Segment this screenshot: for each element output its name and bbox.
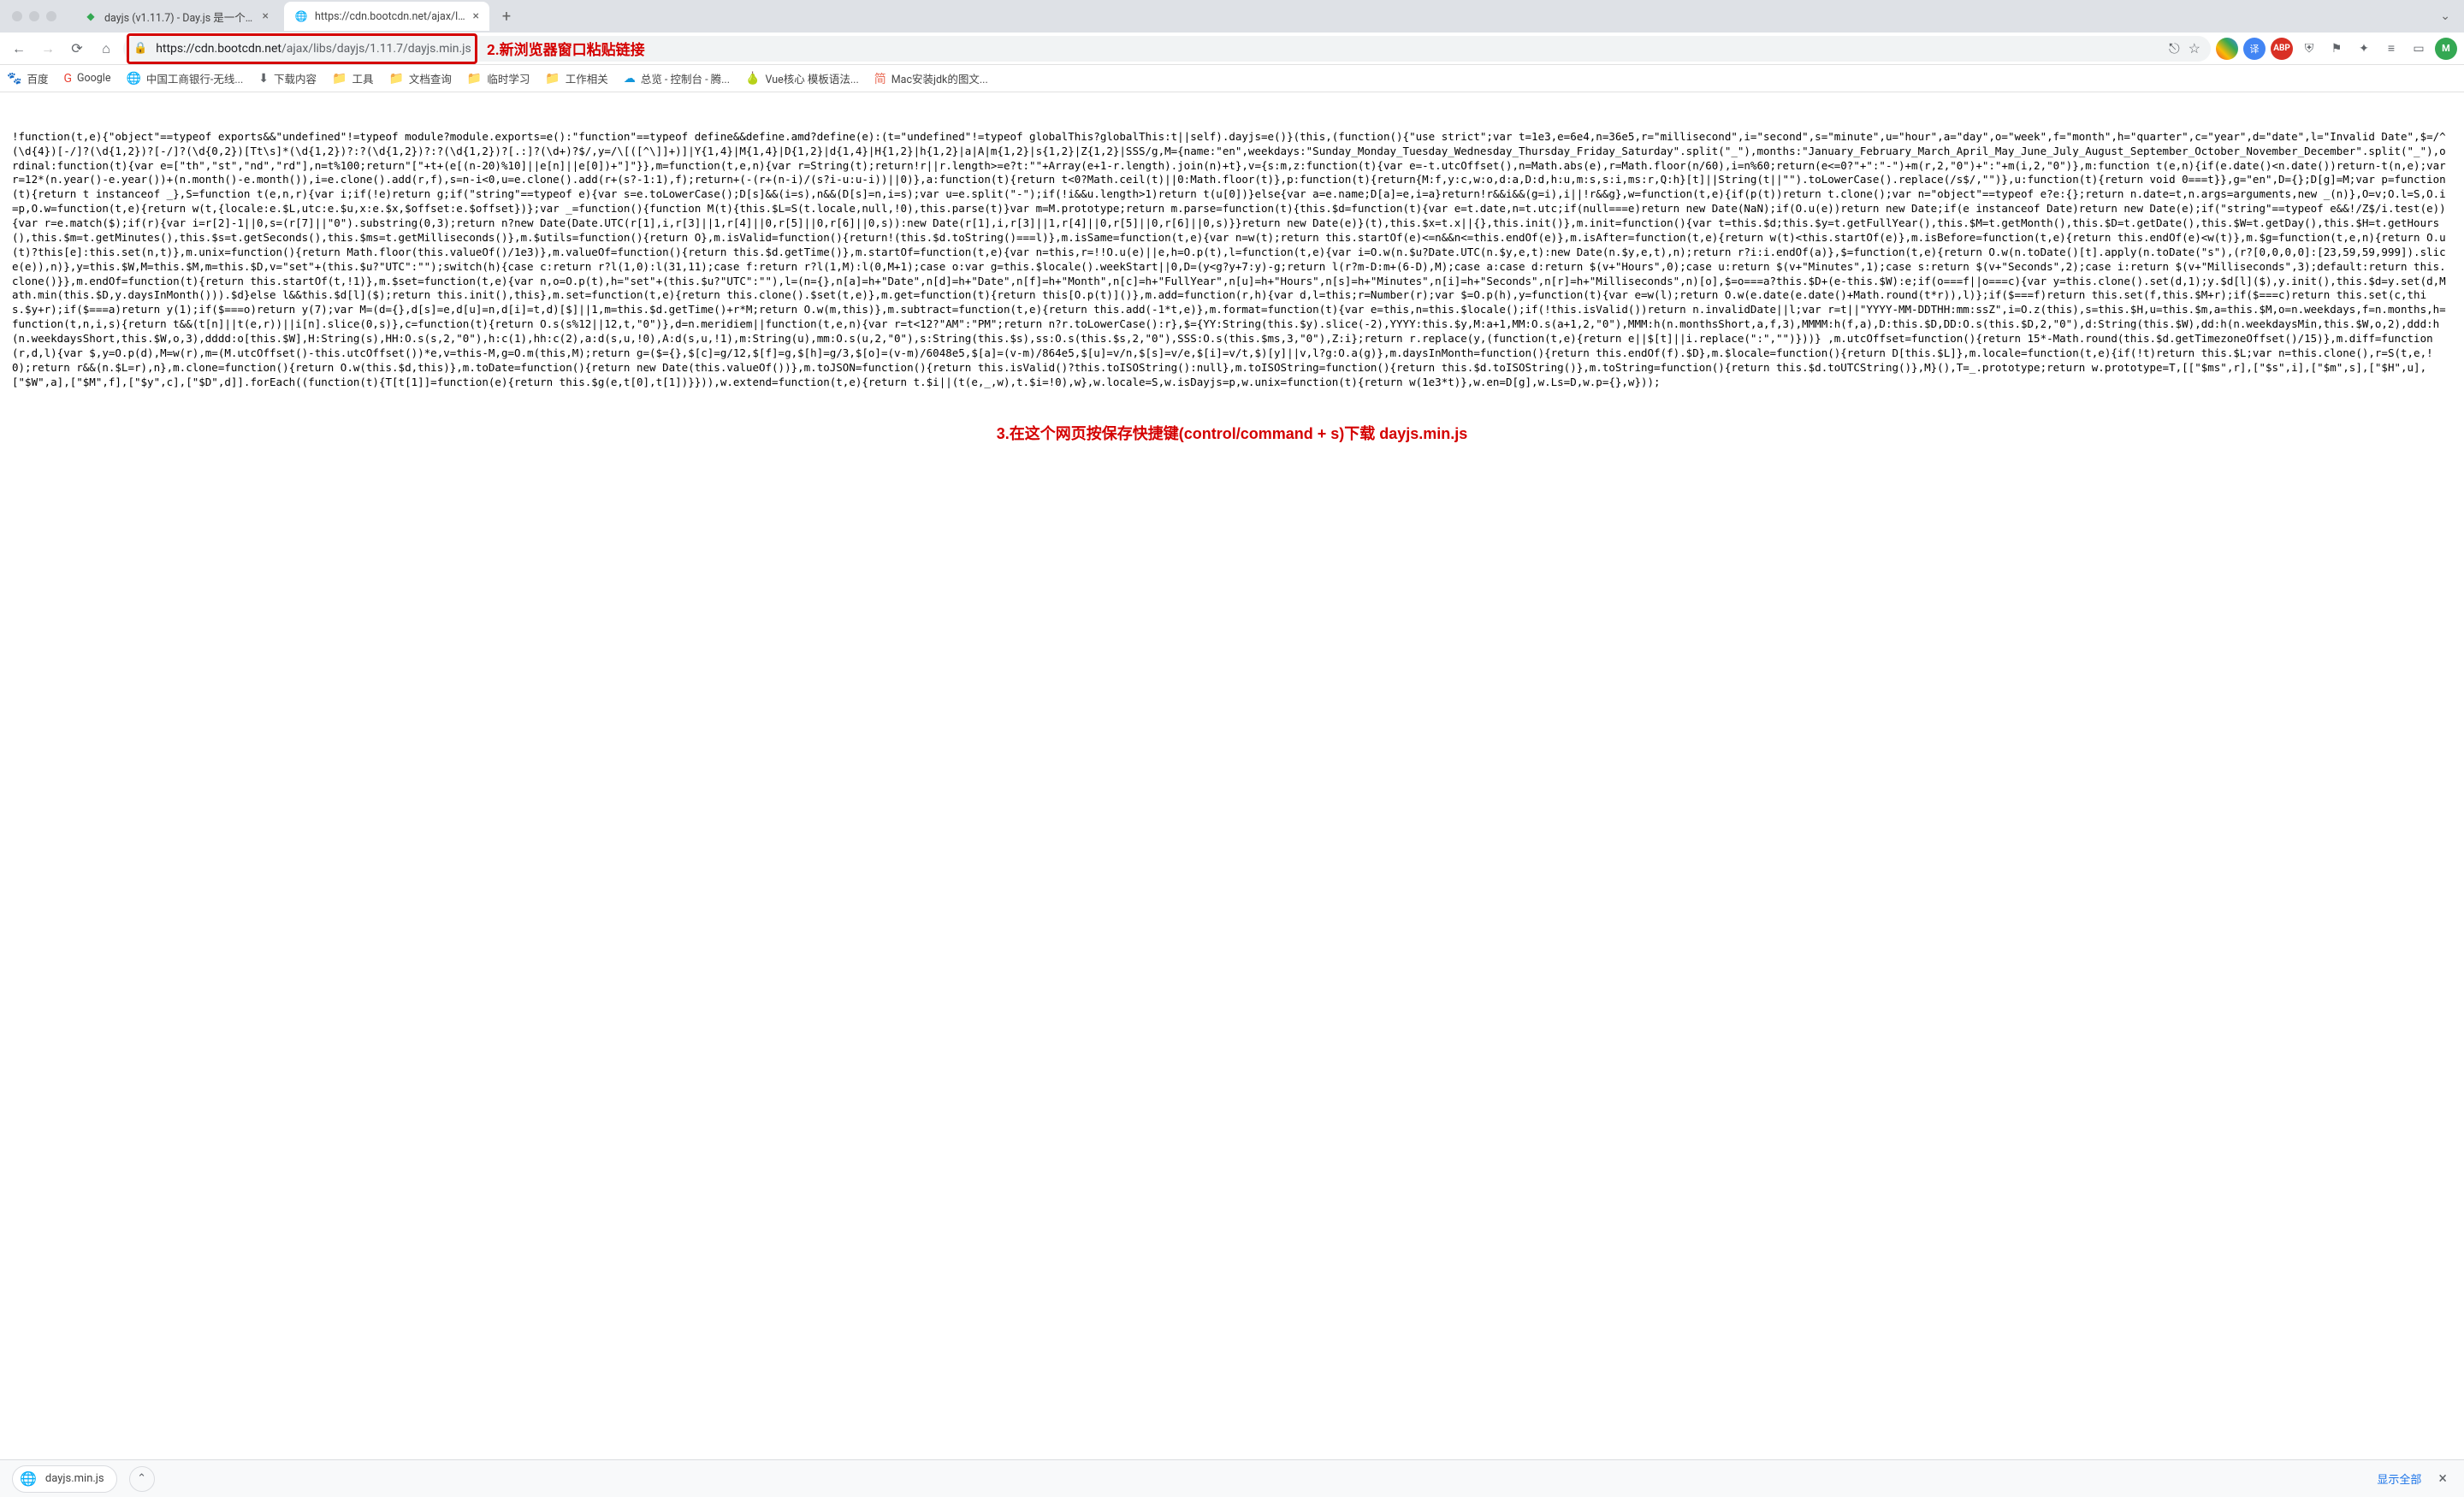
back-button[interactable]: ← bbox=[7, 37, 31, 61]
bookmark-icon: G bbox=[63, 72, 72, 86]
close-window-button[interactable] bbox=[12, 11, 22, 21]
tab-dayjs[interactable]: ◆ dayjs (v1.11.7) - Day.js 是一个轻 × bbox=[74, 2, 279, 31]
bookmark-icon: 📁 bbox=[545, 72, 560, 86]
bookmark-icon: 🌐 bbox=[126, 72, 140, 86]
bookmark-item[interactable]: 📁 工具 bbox=[332, 70, 373, 86]
bookmark-icon: 📁 bbox=[388, 72, 403, 86]
tab-cdn[interactable]: 🌐 https://cdn.bootcdn.net/ajax/lib × bbox=[284, 2, 489, 31]
extension-flag-icon[interactable]: ⚑ bbox=[2325, 38, 2348, 60]
bookmark-item[interactable]: ⬇ 下载内容 bbox=[258, 70, 317, 86]
extension-translate-icon[interactable]: 译 bbox=[2243, 38, 2266, 60]
js-source-text: !function(t,e){"object"==typeof exports&… bbox=[12, 130, 2452, 390]
share-icon[interactable]: ⎋ bbox=[2169, 40, 2180, 57]
tab-title: https://cdn.bootcdn.net/ajax/lib bbox=[315, 10, 466, 23]
minimize-window-button[interactable] bbox=[29, 11, 39, 21]
bookmark-label: 临时学习 bbox=[487, 70, 530, 86]
bookmark-item[interactable]: ☁ 总览 - 控制台 - 腾... bbox=[624, 70, 730, 86]
bookmark-label: 中国工商银行-无线... bbox=[146, 70, 243, 86]
bookmark-icon: 简 bbox=[874, 70, 886, 87]
page-content: !function(t,e){"object"==typeof exports&… bbox=[0, 92, 2464, 1459]
tab-favicon-icon: 🌐 bbox=[294, 9, 308, 23]
bookmark-item[interactable]: 📁 临时学习 bbox=[467, 70, 530, 86]
lock-icon[interactable]: 🔒 bbox=[133, 42, 147, 55]
bookmark-label: 下载内容 bbox=[274, 70, 317, 86]
annotation-step3: 3.在这个网页按保存快捷键(control/command + s)下载 day… bbox=[12, 423, 2452, 444]
reload-button[interactable]: ⟳ bbox=[65, 37, 89, 61]
bookmark-icon: 🐾 bbox=[7, 72, 21, 86]
extensions-menu-icon[interactable]: ✦ bbox=[2353, 38, 2375, 60]
bookmark-icon: 📁 bbox=[467, 72, 482, 86]
bookmark-label: Google bbox=[77, 72, 110, 85]
profile-avatar[interactable]: M bbox=[2435, 38, 2457, 60]
star-icon[interactable]: ☆ bbox=[2189, 40, 2200, 56]
file-icon: 🌐 bbox=[20, 1470, 37, 1487]
download-item[interactable]: 🌐 dayjs.min.js bbox=[12, 1465, 117, 1493]
bookmark-item[interactable]: 简 Mac安装jdk的图文... bbox=[874, 70, 988, 87]
tab-title: dayjs (v1.11.7) - Day.js 是一个轻 bbox=[104, 9, 256, 25]
bookmark-icon: 🍐 bbox=[745, 72, 760, 86]
download-bar: 🌐 dayjs.min.js ⌃ 显示全部 × bbox=[0, 1459, 2464, 1497]
toolbar: ← → ⟳ ⌂ 🔒 https://cdn.bootcdn.net/ajax/l… bbox=[0, 33, 2464, 65]
bookmark-icon: ⬇ bbox=[258, 72, 269, 86]
new-tab-button[interactable]: + bbox=[495, 4, 518, 28]
bookmark-item[interactable]: 🌐 中国工商银行-无线... bbox=[126, 70, 243, 86]
forward-button[interactable]: → bbox=[36, 37, 60, 61]
bookmark-label: 工作相关 bbox=[566, 70, 608, 86]
bookmark-item[interactable]: 🐾 百度 bbox=[7, 70, 48, 86]
bookmark-label: 总览 - 控制台 - 腾... bbox=[641, 70, 730, 86]
bookmark-label: 文档查询 bbox=[409, 70, 452, 86]
close-tab-icon[interactable]: × bbox=[263, 9, 269, 23]
titlebar: ◆ dayjs (v1.11.7) - Day.js 是一个轻 × 🌐 http… bbox=[0, 0, 2464, 33]
side-panel-icon[interactable]: ▭ bbox=[2408, 38, 2430, 60]
close-tab-icon[interactable]: × bbox=[473, 9, 479, 23]
extension-color-picker-icon[interactable] bbox=[2216, 38, 2238, 60]
tab-overflow-button[interactable]: ⌄ bbox=[2433, 9, 2457, 23]
window-controls bbox=[7, 11, 68, 21]
maximize-window-button[interactable] bbox=[46, 11, 56, 21]
home-button[interactable]: ⌂ bbox=[94, 37, 118, 61]
extension-abp-icon[interactable]: ABP bbox=[2271, 38, 2293, 60]
bookmarks-bar: 🐾 百度 G Google 🌐 中国工商银行-无线... ⬇ 下载内容 📁 工具 📁 文档查询 📁 临时学… bbox=[0, 65, 2464, 92]
download-filename: dayjs.min.js bbox=[45, 1472, 104, 1485]
bookmark-label: Vue核心 模板语法... bbox=[765, 70, 858, 86]
bookmark-item[interactable]: 📁 工作相关 bbox=[545, 70, 607, 86]
bookmark-label: Mac安装jdk的图文... bbox=[891, 70, 988, 86]
extension-shield-icon[interactable]: ⛨ bbox=[2298, 38, 2320, 60]
bookmark-item[interactable]: 🍐 Vue核心 模板语法... bbox=[745, 70, 859, 86]
bookmark-label: 工具 bbox=[352, 70, 373, 86]
annotation-step2: 2.新浏览器窗口粘贴链接 bbox=[487, 38, 645, 59]
reading-list-icon[interactable]: ≡ bbox=[2380, 38, 2402, 60]
bookmark-item[interactable]: 📁 文档查询 bbox=[388, 70, 451, 86]
close-download-bar-button[interactable]: × bbox=[2433, 1470, 2452, 1488]
address-bar[interactable]: 🔒 https://cdn.bootcdn.net/ajax/libs/dayj… bbox=[123, 36, 2211, 62]
bookmark-icon: ☁ bbox=[624, 72, 636, 86]
download-options-button[interactable]: ⌃ bbox=[129, 1466, 155, 1492]
bookmark-item[interactable]: G Google bbox=[63, 72, 110, 86]
tab-favicon-icon: ◆ bbox=[84, 9, 98, 23]
url-text: https://cdn.bootcdn.net/ajax/libs/dayjs/… bbox=[156, 42, 471, 56]
bookmark-icon: 📁 bbox=[332, 72, 346, 86]
show-all-downloads-link[interactable]: 显示全部 bbox=[2377, 1470, 2421, 1487]
browser-window: ◆ dayjs (v1.11.7) - Day.js 是一个轻 × 🌐 http… bbox=[0, 0, 2464, 1497]
bookmark-label: 百度 bbox=[27, 70, 48, 86]
